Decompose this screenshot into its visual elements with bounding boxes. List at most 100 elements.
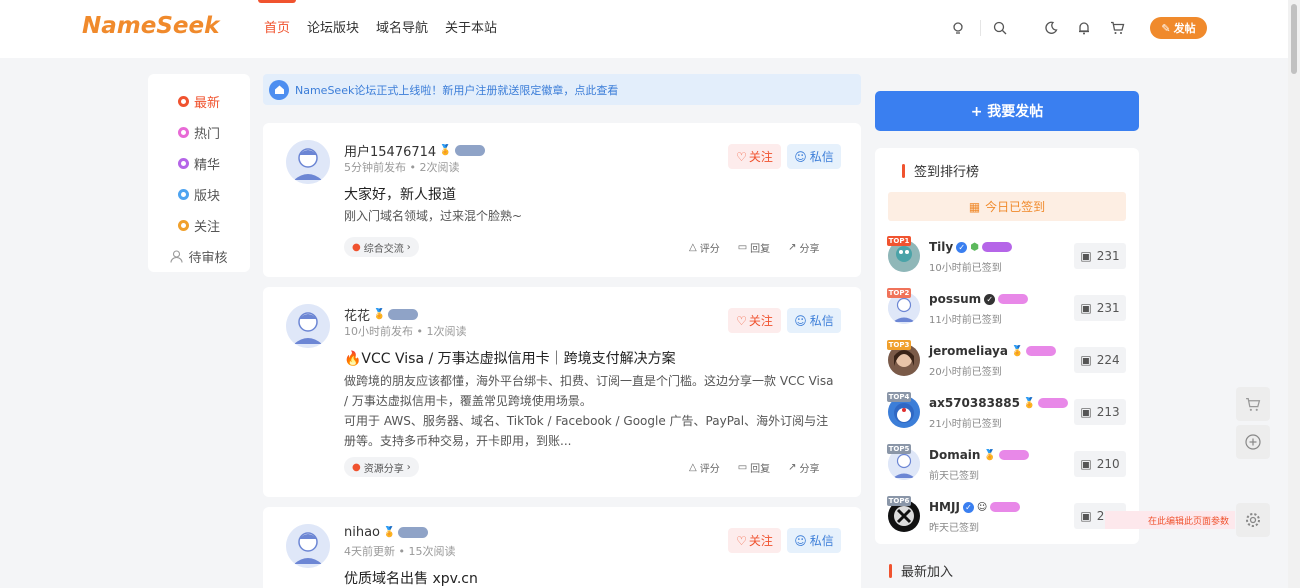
- nav-forum-sections[interactable]: 论坛版块: [307, 0, 359, 58]
- scrollbar-thumb[interactable]: [1291, 4, 1297, 74]
- nav-domain-navigation[interactable]: 域名导航: [376, 0, 428, 58]
- new-post-button[interactable]: + 我要发帖: [875, 91, 1139, 131]
- leaderboard-row[interactable]: TOP5 Domain 🏅 前天已签到 ▣ 210: [887, 444, 1126, 484]
- float-add-button[interactable]: [1236, 425, 1270, 459]
- checked-in-today-button[interactable]: ▦ 今日已签到: [888, 192, 1126, 221]
- message-button[interactable]: ☺ 私信: [787, 144, 841, 169]
- vip-badge: [1038, 398, 1069, 408]
- post-card[interactable]: nihao 🏅 4天前更新 • 15次阅读 ♡ 关注 ☺ 私信 优质域名出售 xpv…: [263, 507, 861, 588]
- lightbulb-icon[interactable]: [948, 18, 968, 38]
- verified-icon: ✓: [984, 293, 996, 305]
- search-icon[interactable]: [990, 18, 1010, 38]
- post-title[interactable]: 优质域名出售 xpv.cn: [344, 568, 478, 588]
- calendar-check-icon: ▣: [1080, 509, 1092, 523]
- float-cart-button[interactable]: [1236, 387, 1270, 421]
- moon-icon[interactable]: [1041, 18, 1061, 38]
- chat-icon: ☺: [794, 313, 807, 328]
- cart-icon: [1246, 397, 1261, 411]
- post-excerpt: 刚入门域名领域，过来混个脸熟~: [344, 209, 523, 223]
- edit-page-tooltip: 在此编辑此页面参数: [1105, 511, 1235, 529]
- share-button[interactable]: ↗ 分享: [788, 240, 819, 255]
- nav-about[interactable]: 关于本站: [445, 0, 497, 58]
- post-card[interactable]: 花花 🏅 10小时前发布 • 1次阅读 ♡ 关注 ☺ 私信 🔥VCC Visa / …: [263, 287, 861, 497]
- leaderboard-row[interactable]: TOP3 jeromeliaya 🏅 20小时前已签到 ▣ 224: [887, 340, 1126, 380]
- heart-icon: ♡: [736, 149, 747, 164]
- gem-icon: ⬢: [970, 241, 979, 253]
- rank-badge: TOP6: [887, 496, 911, 506]
- chevron-right-icon: ›: [406, 461, 411, 473]
- medal-icon: 🏅: [1022, 397, 1036, 409]
- post-title[interactable]: 🔥VCC Visa / 万事达虚拟信用卡｜跨境支付解决方案: [344, 348, 676, 368]
- chat-icon: ☺: [794, 533, 807, 548]
- menu-hot[interactable]: 热门: [148, 117, 250, 148]
- follow-button[interactable]: ♡ 关注: [728, 308, 781, 333]
- post-excerpt: 做跨境的朋友应该都懂，海外平台绑卡、扣费、订阅一直是个门槛。这边分享一款 VCC…: [344, 374, 834, 448]
- leaderboard-row[interactable]: TOP4 ax570383885 🏅 21小时前已签到 ▣ 213: [887, 392, 1126, 432]
- leaderboard-row[interactable]: TOP6 HMJJ ✓ ☺ 昨天已签到 ▣206: [887, 496, 1126, 536]
- medal-icon: 🏅: [983, 449, 996, 461]
- rank-username[interactable]: jeromeliaya 🏅: [929, 344, 1057, 358]
- post-author[interactable]: 用户15476714 🏅: [344, 141, 485, 160]
- post-actions: △ 评分 ▭ 回复 ↗ 分享: [689, 460, 820, 475]
- triangle-icon: △: [689, 462, 697, 473]
- leaderboard-title: 签到排行榜: [902, 161, 979, 180]
- reply-button[interactable]: ▭ 回复: [738, 240, 770, 255]
- medal-icon: 🏅: [383, 527, 396, 538]
- page-scrollbar[interactable]: [1288, 0, 1300, 588]
- post-author[interactable]: nihao 🏅: [344, 525, 429, 540]
- grid-icon: [177, 189, 189, 200]
- post-category-tag[interactable]: ● 资源分享 ›: [344, 457, 419, 477]
- calendar-check-icon: ▣: [1080, 249, 1092, 263]
- message-button[interactable]: ☺ 私信: [787, 528, 841, 553]
- avatar[interactable]: [286, 304, 330, 348]
- rank-username[interactable]: Domain 🏅: [929, 448, 1029, 462]
- post-card[interactable]: 用户15476714 🏅 5分钟前发布 • 2次阅读 ♡ 关注 ☺ 私信 大家好，新…: [263, 123, 861, 277]
- menu-featured[interactable]: 精华: [148, 148, 250, 179]
- site-logo[interactable]: NameSeek: [82, 13, 219, 39]
- user-icon: [170, 250, 184, 263]
- comment-icon: ▭: [737, 242, 748, 253]
- header-post-button[interactable]: ✎ 发帖: [1150, 17, 1207, 39]
- float-settings-button[interactable]: [1236, 503, 1270, 537]
- avatar[interactable]: [286, 140, 330, 184]
- menu-following[interactable]: 关注: [148, 210, 250, 241]
- follow-button[interactable]: ♡ 关注: [728, 528, 781, 553]
- checkin-count: ▣ 231: [1074, 243, 1126, 269]
- leaderboard-row[interactable]: TOP2 possum ✓ 11小时前已签到 ▣ 231: [887, 288, 1126, 328]
- announcement-bar[interactable]: NameSeek论坛正式上线啦！新用户注册就送限定徽章，点此查看: [263, 74, 861, 105]
- menu-pending-review[interactable]: 待审核: [148, 241, 250, 272]
- rate-button[interactable]: △ 评分: [689, 240, 720, 255]
- post-title[interactable]: 大家好，新人报道: [344, 184, 456, 204]
- nav-home[interactable]: 首页: [257, 0, 297, 58]
- avatar[interactable]: [286, 524, 330, 568]
- pencil-icon: ✎: [1161, 21, 1171, 35]
- new-members-title: 最新加入: [889, 561, 953, 580]
- post-category-tag[interactable]: ● 综合交流 ›: [344, 237, 419, 257]
- rate-button[interactable]: △ 评分: [689, 460, 720, 475]
- rank-badge: TOP1: [887, 236, 911, 246]
- diamond-icon: [177, 158, 189, 169]
- rank-username[interactable]: possum ✓: [929, 292, 1029, 306]
- rank-username[interactable]: Tily ✓ ⬢: [929, 240, 1012, 254]
- rank-badge: TOP4: [887, 392, 911, 402]
- level-badge: [454, 145, 485, 156]
- post-author[interactable]: 花花 🏅: [344, 305, 419, 324]
- vip-badge: [990, 502, 1021, 512]
- medal-icon: 🏅: [373, 309, 386, 320]
- menu-latest[interactable]: 最新: [148, 86, 250, 117]
- post-meta: 4天前更新 • 15次阅读: [344, 545, 456, 558]
- follow-button[interactable]: ♡ 关注: [728, 144, 781, 169]
- message-button[interactable]: ☺ 私信: [787, 308, 841, 333]
- level-badge: [398, 527, 429, 538]
- bell-icon[interactable]: [1074, 18, 1094, 38]
- cart-icon[interactable]: [1107, 18, 1127, 38]
- share-button[interactable]: ↗ 分享: [788, 460, 819, 475]
- checkin-count: ▣ 213: [1074, 399, 1126, 425]
- rank-username[interactable]: HMJJ ✓ ☺: [929, 500, 1021, 514]
- reply-button[interactable]: ▭ 回复: [738, 460, 770, 475]
- menu-sections[interactable]: 版块: [148, 179, 250, 210]
- leaderboard-row[interactable]: TOP1 Tily ✓ ⬢ 10小时前已签到 ▣ 231: [887, 236, 1126, 276]
- calendar-check-icon: ▣: [1080, 301, 1092, 315]
- rank-username[interactable]: ax570383885 🏅: [929, 396, 1069, 410]
- post-meta: 10小时前发布 • 1次阅读: [344, 325, 467, 338]
